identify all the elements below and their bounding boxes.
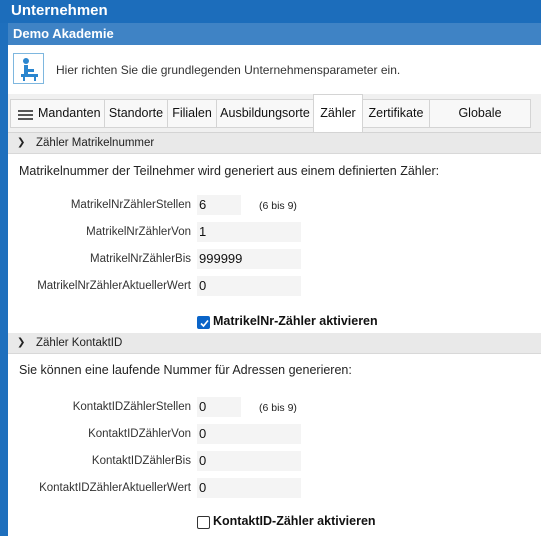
collapse-chevron-icon: ❯ bbox=[17, 337, 26, 348]
company-name: Demo Akademie bbox=[8, 23, 541, 45]
kontakt-bis-input[interactable]: 0 bbox=[197, 451, 301, 471]
matrikel-stellen-input[interactable]: 6 bbox=[197, 195, 241, 215]
info-bar: Hier richten Sie die grundlegenden Unter… bbox=[8, 45, 541, 94]
matrikel-bis-label: MatrikelNrZählerBis bbox=[90, 253, 191, 265]
section-kontaktid-header[interactable]: ❯ Zähler KontaktID bbox=[8, 333, 541, 354]
matrikel-aktuell-label: MatrikelNrZählerAktuellerWert bbox=[37, 280, 191, 292]
tab-globale-vorgaben[interactable]: Globale Vorgaben bbox=[429, 99, 531, 147]
tab-mandanten[interactable]: Mandanten bbox=[10, 99, 105, 128]
collapse-chevron-icon: ❯ bbox=[17, 137, 26, 148]
menu-icon bbox=[18, 110, 33, 120]
main-panel: Hier richten Sie die grundlegenden Unter… bbox=[8, 45, 541, 536]
kontakt-stellen-label: KontaktIDZählerStellen bbox=[72, 401, 191, 413]
tab-zaehler[interactable]: Zähler bbox=[313, 94, 363, 132]
matrikel-stellen-hint: (6 bis 9) bbox=[259, 200, 297, 212]
kontakt-von-input[interactable]: 0 bbox=[197, 424, 301, 444]
person-at-desk-icon bbox=[13, 53, 44, 84]
tab-zertifikate[interactable]: Zertifikate bbox=[362, 99, 430, 128]
section-matrikelnummer-header[interactable]: ❯ Zähler Matrikelnummer bbox=[8, 133, 541, 154]
kontakt-stellen-hint: (6 bis 9) bbox=[259, 402, 297, 414]
tab-strip: Mandanten Standorte Filialen Ausbildungs… bbox=[8, 94, 541, 147]
tab-standorte[interactable]: Standorte bbox=[104, 99, 168, 128]
matrikel-von-input[interactable]: 1 bbox=[197, 222, 301, 242]
checkbox-checked-icon[interactable] bbox=[197, 316, 210, 329]
matrikel-aktuell-input[interactable]: 0 bbox=[197, 276, 301, 296]
section-kontaktid-description: Sie können eine laufende Nummer für Adre… bbox=[19, 363, 352, 377]
matrikel-stellen-label: MatrikelNrZählerStellen bbox=[70, 199, 191, 211]
window-title: Unternehmen bbox=[0, 0, 541, 23]
kontakt-aktuell-input[interactable]: 0 bbox=[197, 478, 301, 498]
tab-ausbildungsorte[interactable]: Ausbildungsorte bbox=[216, 99, 314, 128]
checkbox-unchecked-icon[interactable] bbox=[197, 516, 210, 529]
kontakt-stellen-input[interactable]: 0 bbox=[197, 397, 241, 417]
kontakt-aktuell-label: KontaktIDZählerAktuellerWert bbox=[39, 482, 191, 494]
matrikel-bis-input[interactable]: 999999 bbox=[197, 249, 301, 269]
section-matrikelnummer-description: Matrikelnummer der Teilnehmer wird gener… bbox=[19, 164, 440, 178]
tab-filialen[interactable]: Filialen bbox=[167, 99, 217, 128]
tab-content: ❯ Zähler Matrikelnummer Matrikelnummer d… bbox=[8, 132, 541, 536]
kontakt-bis-label: KontaktIDZählerBis bbox=[91, 455, 191, 467]
kontakt-von-label: KontaktIDZählerVon bbox=[88, 428, 191, 440]
info-text: Hier richten Sie die grundlegenden Unter… bbox=[56, 63, 401, 77]
matrikel-von-label: MatrikelNrZählerVon bbox=[86, 226, 191, 238]
